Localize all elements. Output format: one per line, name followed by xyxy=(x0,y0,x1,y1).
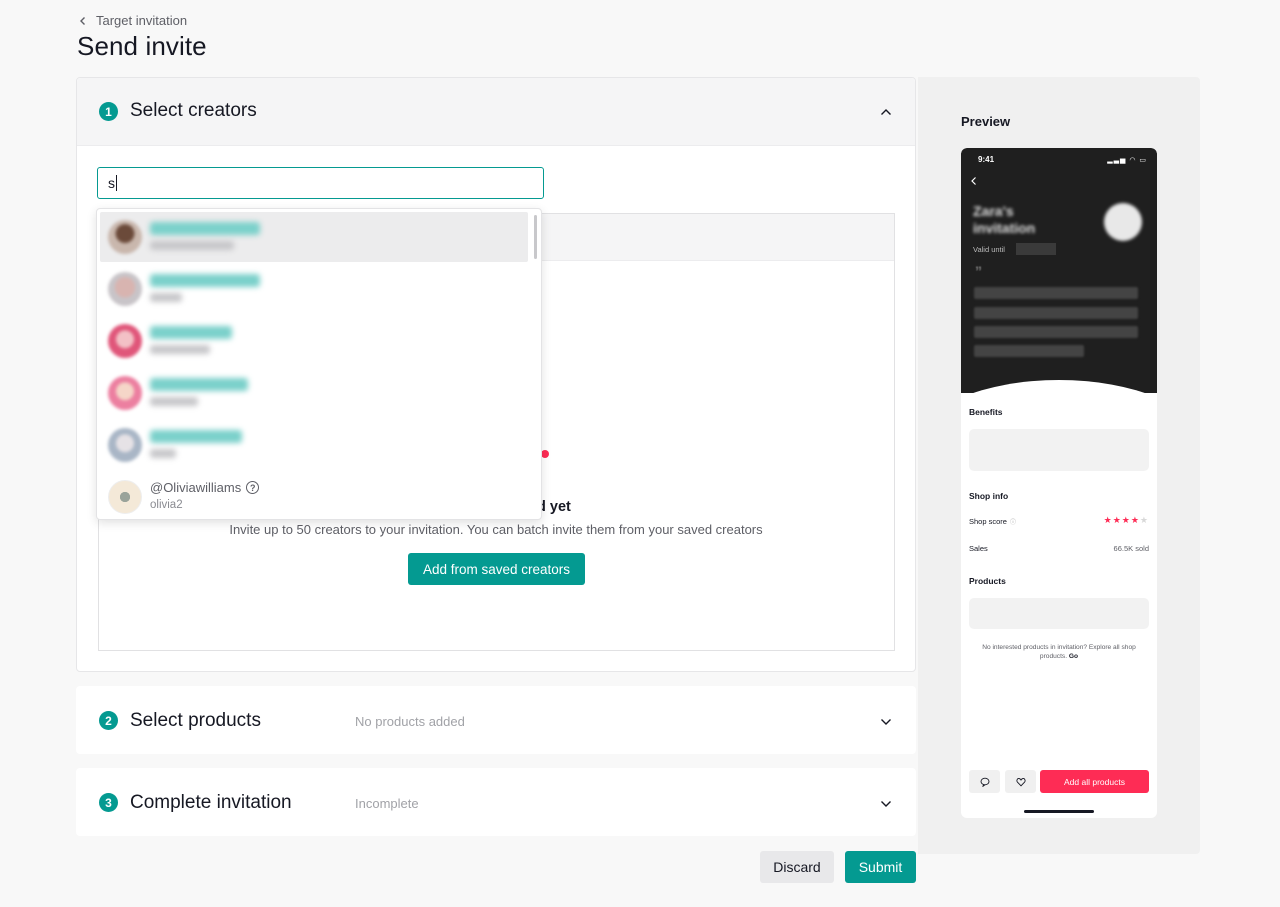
empty-state-title: d yet xyxy=(537,499,571,515)
chat-icon xyxy=(980,777,989,787)
list-item[interactable] xyxy=(100,420,528,470)
submit-button[interactable]: Submit xyxy=(845,851,916,883)
info-icon: ⓘ xyxy=(1009,520,1016,526)
redacted-name xyxy=(150,430,242,443)
status-time: 9:41 xyxy=(978,155,995,164)
page-title: Send invite xyxy=(77,31,207,61)
redacted-handle xyxy=(150,241,234,250)
message-placeholder-line xyxy=(974,287,1138,299)
redacted-name xyxy=(150,222,260,235)
valid-until-value-placeholder xyxy=(1016,243,1056,255)
favorite-button[interactable] xyxy=(1005,770,1036,793)
text-caret xyxy=(116,175,117,191)
list-item[interactable] xyxy=(100,212,528,262)
creator-search-input[interactable]: s xyxy=(97,167,544,199)
products-title: Products xyxy=(969,576,1006,586)
search-input-value: s xyxy=(108,175,115,191)
list-item[interactable] xyxy=(100,368,528,418)
chevron-up-icon[interactable] xyxy=(879,105,893,119)
redacted-name xyxy=(150,274,260,287)
list-item[interactable]: @Oliviawilliams ? olivia2 xyxy=(100,472,528,519)
avatar xyxy=(108,428,142,462)
home-indicator xyxy=(1024,810,1094,813)
message-placeholder-line xyxy=(974,345,1084,357)
dropdown-scrollbar[interactable] xyxy=(534,215,537,259)
avatar xyxy=(108,324,142,358)
message-placeholder-line xyxy=(974,326,1138,338)
breadcrumb[interactable]: Target invitation xyxy=(78,13,187,28)
select-products-card[interactable]: 2 Select products No products added xyxy=(76,686,916,754)
step-status-products: No products added xyxy=(355,714,465,729)
add-from-saved-creators-button[interactable]: Add from saved creators xyxy=(408,553,585,585)
discard-button[interactable]: Discard xyxy=(760,851,834,883)
benefits-placeholder xyxy=(969,429,1149,471)
status-icons: ▂▃▅ ◠ ▭ xyxy=(1107,157,1147,164)
empty-state-illustration xyxy=(541,450,549,458)
avatar xyxy=(108,376,142,410)
benefits-title: Benefits xyxy=(969,407,1003,417)
chevron-down-icon[interactable] xyxy=(879,715,893,729)
phone-preview: 9:41 ▂▃▅ ◠ ▭ Zara's invitation Valid unt… xyxy=(961,148,1157,818)
chat-button[interactable] xyxy=(969,770,1000,793)
invitation-title: Zara's invitation xyxy=(973,203,1036,236)
step-status-invitation: Incomplete xyxy=(355,796,419,811)
redacted-handle xyxy=(150,397,198,406)
add-all-products-button[interactable]: Add all products xyxy=(1040,770,1149,793)
explore-note-text: No interested products in invitation? Ex… xyxy=(982,644,1136,660)
sales-label: Sales xyxy=(969,544,988,553)
complete-invitation-card[interactable]: 3 Complete invitation Incomplete xyxy=(76,768,916,836)
redacted-name xyxy=(150,326,232,339)
step-title-complete-invitation: Complete invitation xyxy=(130,792,292,813)
creator-name: @Oliviawilliams ? xyxy=(150,480,260,495)
avatar xyxy=(108,272,142,306)
explore-products-note: No interested products in invitation? Ex… xyxy=(971,644,1147,662)
shop-score-stars: ★★★★★ xyxy=(1103,515,1149,525)
redacted-handle xyxy=(150,293,182,302)
step-number-1: 1 xyxy=(99,102,118,121)
step-title-select-products: Select products xyxy=(130,710,261,731)
page-header-band xyxy=(76,0,1200,76)
creator-handle: olivia2 xyxy=(150,499,183,511)
list-item[interactable] xyxy=(100,316,528,366)
heart-icon xyxy=(1015,777,1026,786)
redacted-handle xyxy=(150,345,210,354)
step-number-3: 3 xyxy=(99,793,118,812)
chevron-left-icon xyxy=(80,16,85,25)
preview-label: Preview xyxy=(961,114,1011,129)
products-placeholder xyxy=(969,598,1149,629)
sales-value: 66.5K sold xyxy=(1113,544,1149,553)
shop-logo xyxy=(1104,203,1142,241)
redacted-handle xyxy=(150,449,176,458)
question-icon[interactable]: ? xyxy=(246,481,260,494)
avatar xyxy=(108,480,142,514)
shop-score-text: Shop score xyxy=(969,517,1007,526)
list-item[interactable] xyxy=(100,264,528,314)
invitation-banner: 9:41 ▂▃▅ ◠ ▭ Zara's invitation Valid unt… xyxy=(961,148,1157,393)
select-creators-header[interactable]: 1 Select creators xyxy=(77,78,915,146)
valid-until-label: Valid until xyxy=(973,245,1005,254)
avatar xyxy=(108,220,142,254)
step-title-select-creators: Select creators xyxy=(130,100,257,121)
redacted-name xyxy=(150,378,248,391)
creator-search-dropdown: @Oliviawilliams ? olivia2 xyxy=(96,208,542,520)
empty-state-description: Invite up to 50 creators to your invitat… xyxy=(229,522,763,537)
step-number-2: 2 xyxy=(99,711,118,730)
back-arrow-icon xyxy=(971,177,976,185)
chevron-down-icon[interactable] xyxy=(879,797,893,811)
shop-info-title: Shop info xyxy=(969,491,1009,501)
shop-score-label: Shop score ⓘ xyxy=(969,517,1016,526)
explore-go-link[interactable]: Go xyxy=(1069,653,1078,660)
creator-name-text: @Oliviawilliams xyxy=(150,480,242,495)
breadcrumb-label: Target invitation xyxy=(96,13,188,28)
quote-icon: ” xyxy=(975,263,982,279)
message-placeholder-line xyxy=(974,307,1138,319)
